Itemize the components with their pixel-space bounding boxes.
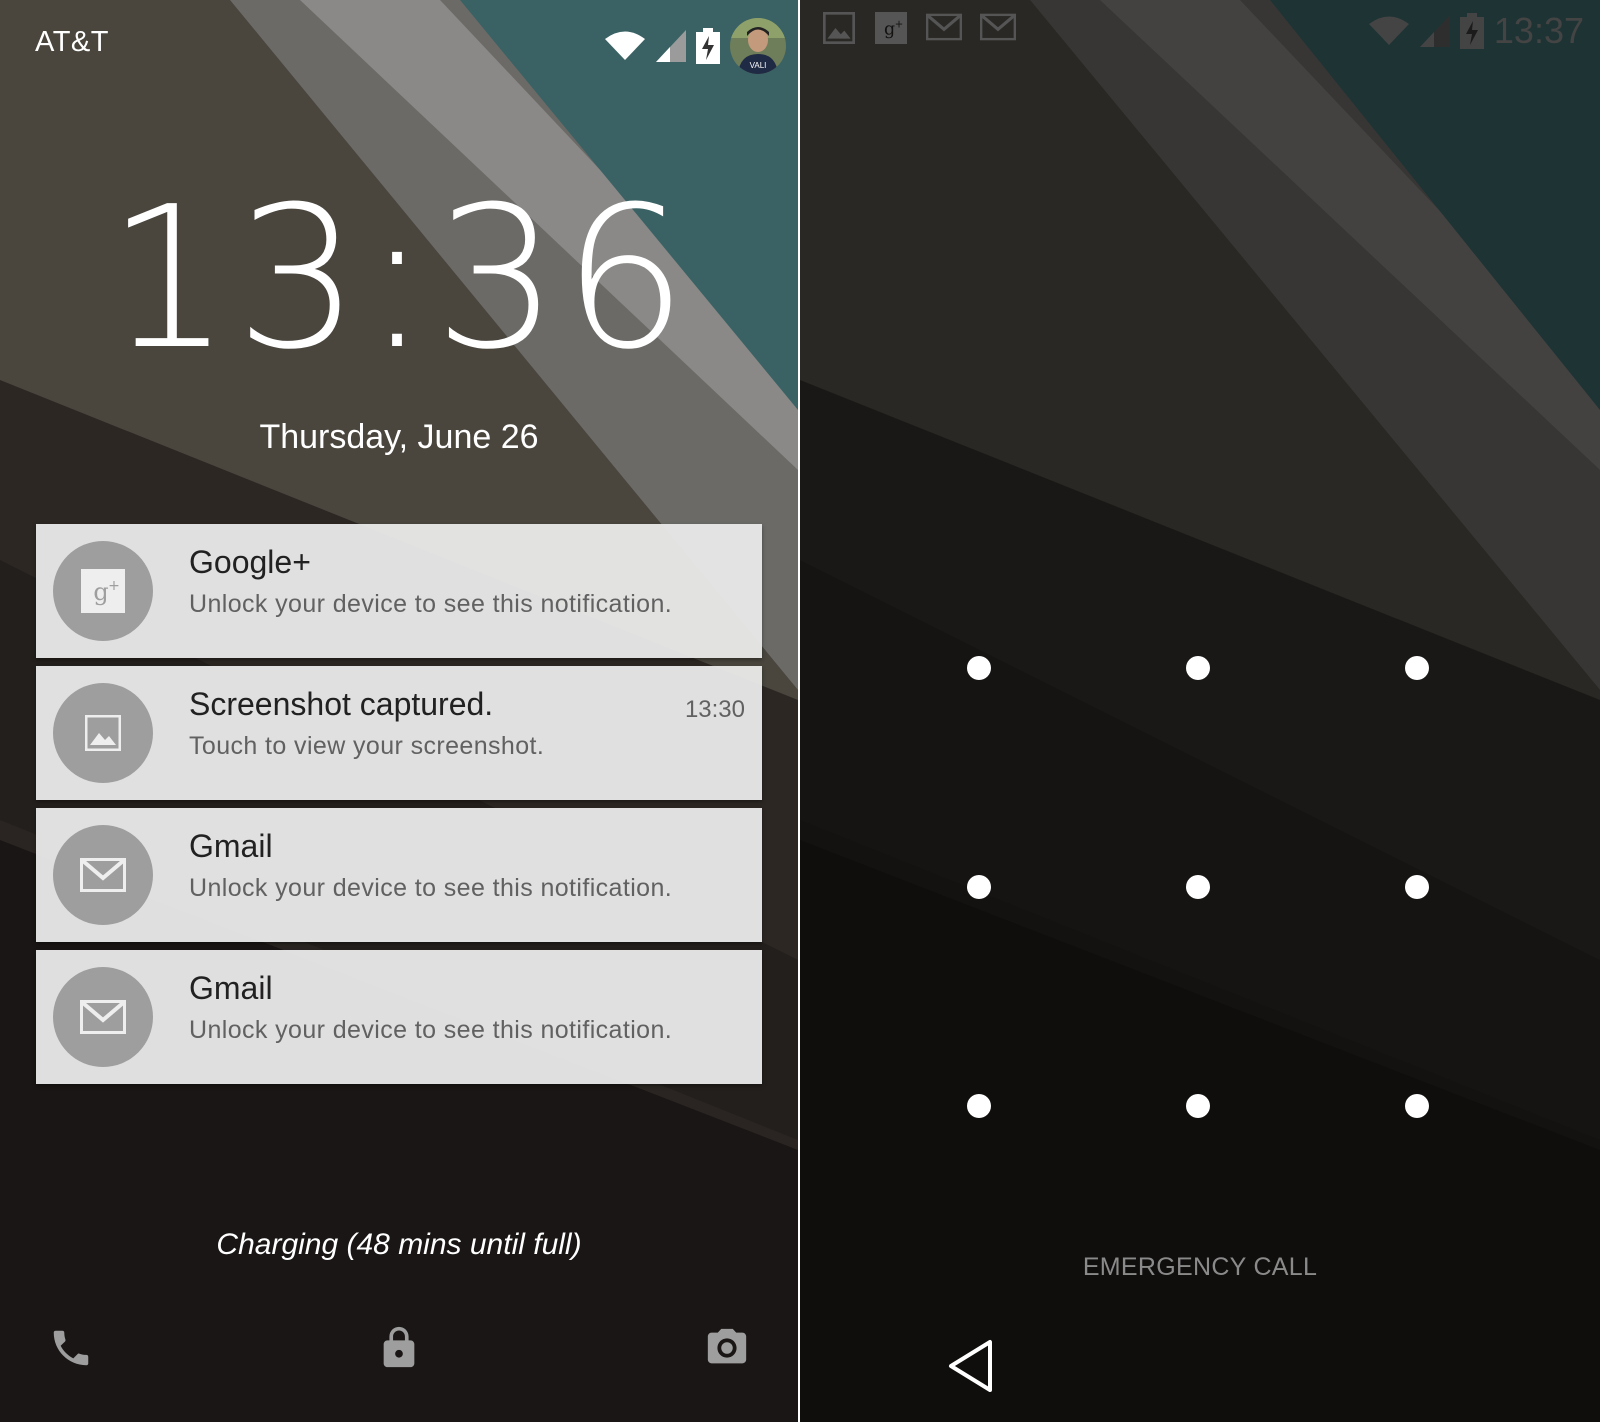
wifi-icon	[605, 31, 645, 60]
unlock-status-bar: 13:37	[1368, 10, 1584, 52]
phone-icon[interactable]	[48, 1325, 94, 1371]
signal-icon	[656, 30, 686, 62]
charging-status: Charging (48 mins until full)	[216, 1228, 582, 1261]
gmail-icon	[980, 13, 1016, 41]
signal-icon	[1419, 15, 1450, 47]
notification-title: Google+	[189, 544, 311, 580]
pattern-dot[interactable]	[967, 656, 991, 680]
google-plus-icon: g +	[875, 12, 907, 44]
notification-icon-circle: g +	[53, 541, 153, 641]
lock-icon[interactable]	[376, 1325, 422, 1371]
notification-gmail[interactable]: Gmail Unlock your device to see this not…	[36, 808, 762, 942]
emergency-call-button[interactable]: EMERGENCY CALL	[800, 1253, 1600, 1282]
svg-text:g: g	[884, 20, 895, 40]
gmail-icon	[80, 1000, 126, 1034]
notification-title: Screenshot captured.	[189, 686, 494, 722]
notification-status-icons: g +	[822, 12, 1016, 44]
notification-screenshot[interactable]: Screenshot captured. Touch to view your …	[36, 666, 762, 800]
pattern-dot[interactable]	[1405, 875, 1429, 899]
google-plus-icon: g +	[81, 569, 125, 613]
lockscreen-clock: 13:36	[106, 165, 692, 393]
pattern-dot[interactable]	[1186, 1094, 1210, 1118]
carrier-label: AT&T	[35, 26, 109, 58]
pattern-dot[interactable]	[1405, 1094, 1429, 1118]
user-avatar[interactable]: VALI	[730, 18, 786, 74]
wifi-icon	[1368, 16, 1409, 45]
notification-google-plus[interactable]: g + Google+ Unlock your device to see th…	[36, 524, 762, 658]
svg-text:g: g	[93, 578, 108, 606]
pattern-dot[interactable]	[967, 1094, 991, 1118]
unlock-clock: 13:37	[1493, 10, 1584, 51]
back-icon[interactable]	[946, 1338, 996, 1394]
camera-icon[interactable]	[704, 1325, 750, 1371]
svg-text:+: +	[108, 578, 120, 594]
notification-text: Unlock your device to see this notificat…	[189, 590, 673, 618]
unlock-screen: g + 13:37 EMERGENCY CALL	[800, 0, 1600, 1422]
image-icon	[823, 12, 855, 44]
notification-icon-circle	[53, 967, 153, 1067]
pattern-dot[interactable]	[967, 875, 991, 899]
gmail-icon	[80, 858, 126, 892]
battery-charging-icon	[1459, 13, 1484, 49]
gmail-icon	[926, 13, 962, 41]
notification-icon-circle	[53, 683, 153, 783]
notification-gmail[interactable]: Gmail Unlock your device to see this not…	[36, 950, 762, 1084]
notification-time: 13:30	[684, 696, 745, 723]
status-bar-icons: VALI	[604, 18, 786, 74]
pattern-dot[interactable]	[1186, 875, 1210, 899]
svg-text:+: +	[895, 19, 904, 30]
notification-text: Unlock your device to see this notificat…	[189, 874, 673, 902]
lockscreen: AT&T VALI 13:36 Thursday, June 26 g + Go…	[0, 0, 798, 1422]
lockscreen-date: Thursday, June 26	[259, 418, 539, 456]
battery-charging-icon	[696, 28, 720, 64]
notification-title: Gmail	[189, 970, 273, 1006]
notification-text: Touch to view your screenshot.	[189, 732, 545, 760]
notification-icon-circle	[53, 825, 153, 925]
svg-text:VALI: VALI	[750, 61, 767, 70]
pattern-dot[interactable]	[1405, 656, 1429, 680]
unlock-wallpaper	[800, 0, 1600, 1422]
notification-title: Gmail	[189, 828, 273, 864]
image-icon	[85, 715, 121, 751]
notification-text: Unlock your device to see this notificat…	[189, 1016, 673, 1044]
pattern-dot[interactable]	[1186, 656, 1210, 680]
